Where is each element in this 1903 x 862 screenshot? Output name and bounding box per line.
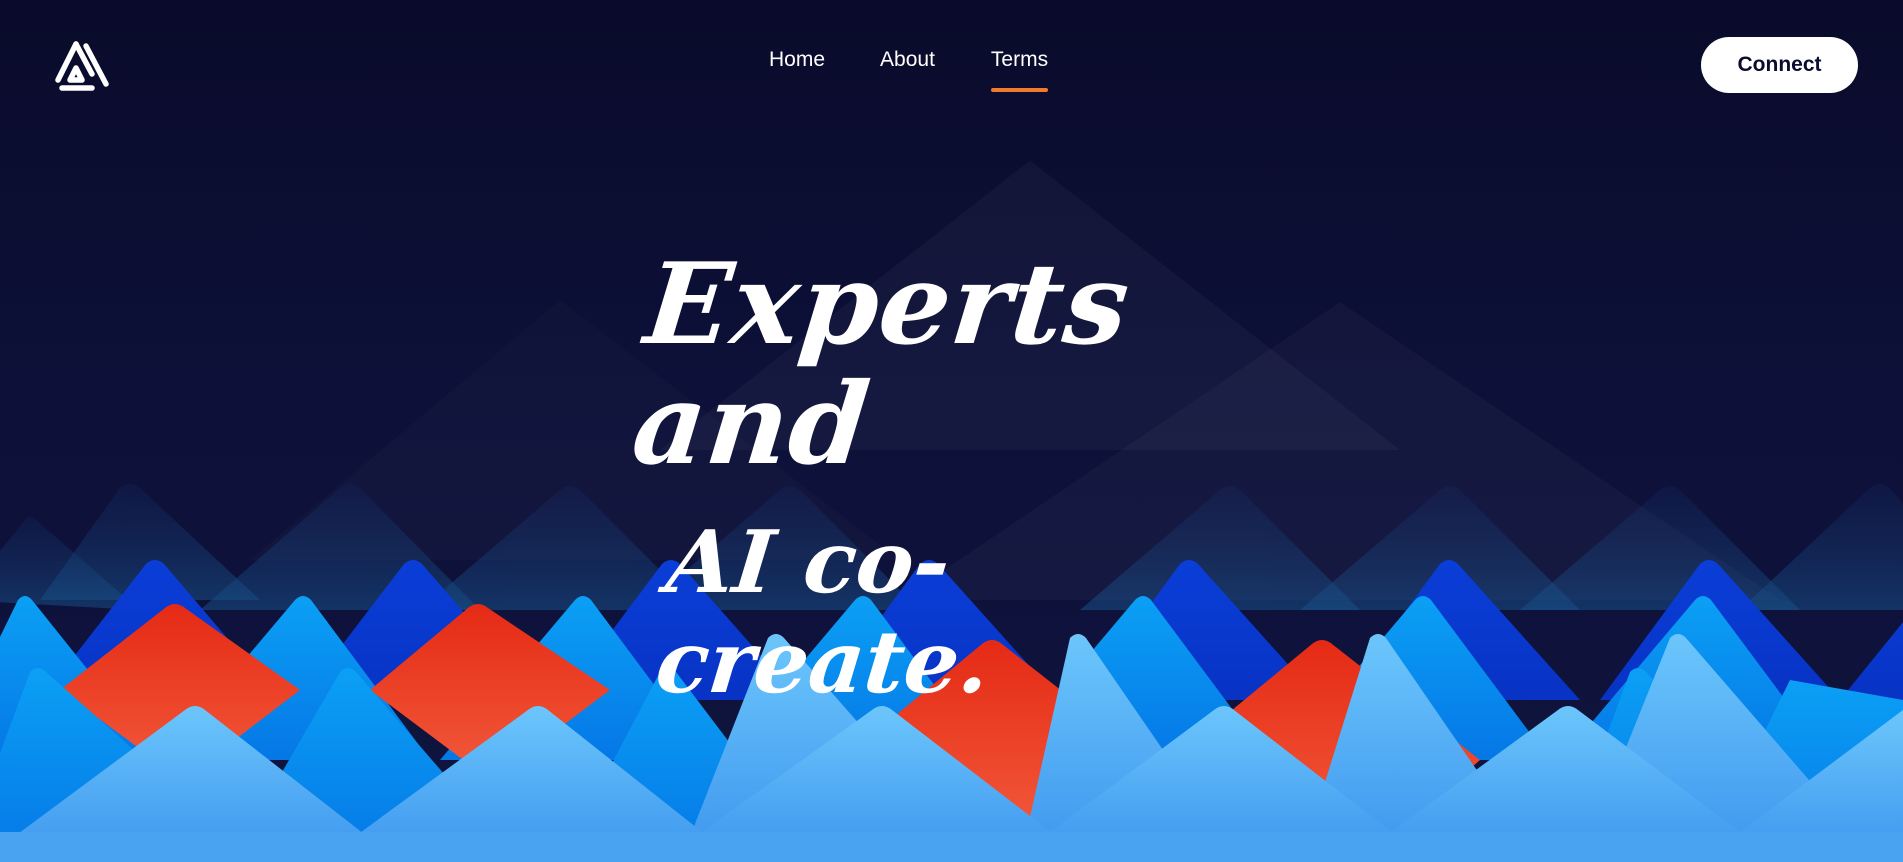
main-nav: Home About Terms xyxy=(769,46,1049,92)
triangle-logo-icon[interactable] xyxy=(54,38,112,92)
landing-page: Home About Terms Connect Experts and AI … xyxy=(0,0,1903,862)
nav-about[interactable]: About xyxy=(880,46,935,74)
nav-terms-label: Terms xyxy=(990,48,1049,71)
active-nav-underline xyxy=(990,88,1049,92)
nav-terms[interactable]: Terms xyxy=(990,46,1049,92)
connect-button[interactable]: Connect xyxy=(1701,37,1858,93)
hero-title: Experts and AI co-create. xyxy=(600,239,1240,713)
bottom-band xyxy=(0,832,1903,862)
nav-home[interactable]: Home xyxy=(769,46,825,74)
hero-title-line1: Experts and xyxy=(626,239,1136,490)
hero-title-line2: AI co-create. xyxy=(651,512,995,713)
